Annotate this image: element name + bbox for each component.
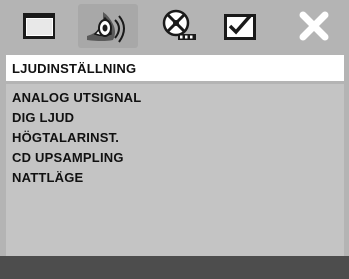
status-bar [0,256,349,279]
audio-setup-tab[interactable] [78,4,138,48]
general-setup-icon [23,13,55,39]
preferences-tab[interactable] [210,4,270,48]
audio-setup-icon [87,12,125,43]
menu-item-analog-output[interactable]: ANALOG UTSIGNAL [6,88,344,108]
setup-menu-screen: LJUDINSTÄLLNING ANALOG UTSIGNAL DIG LJUD… [0,0,349,279]
page-title: LJUDINSTÄLLNING [12,60,137,76]
setup-toolbar [0,0,349,51]
menu-item-cd-upsampling[interactable]: CD UPSAMPLING [6,148,344,168]
page-title-bar: LJUDINSTÄLLNING [6,55,344,81]
menu-item-digital-audio[interactable]: DIG LJUD [6,108,344,128]
menu-item-night-mode[interactable]: NATTLÄGE [6,168,344,188]
audio-settings-menu: ANALOG UTSIGNAL DIG LJUD HÖGTALARINST. C… [6,84,344,256]
general-setup-tab[interactable] [8,4,68,48]
menu-item-speaker-setup[interactable]: HÖGTALARINST. [6,128,344,148]
video-setup-tab[interactable] [148,4,208,48]
preferences-icon [224,14,256,40]
exit-tab[interactable] [284,4,344,48]
video-setup-icon [162,9,196,40]
exit-icon [299,11,329,41]
